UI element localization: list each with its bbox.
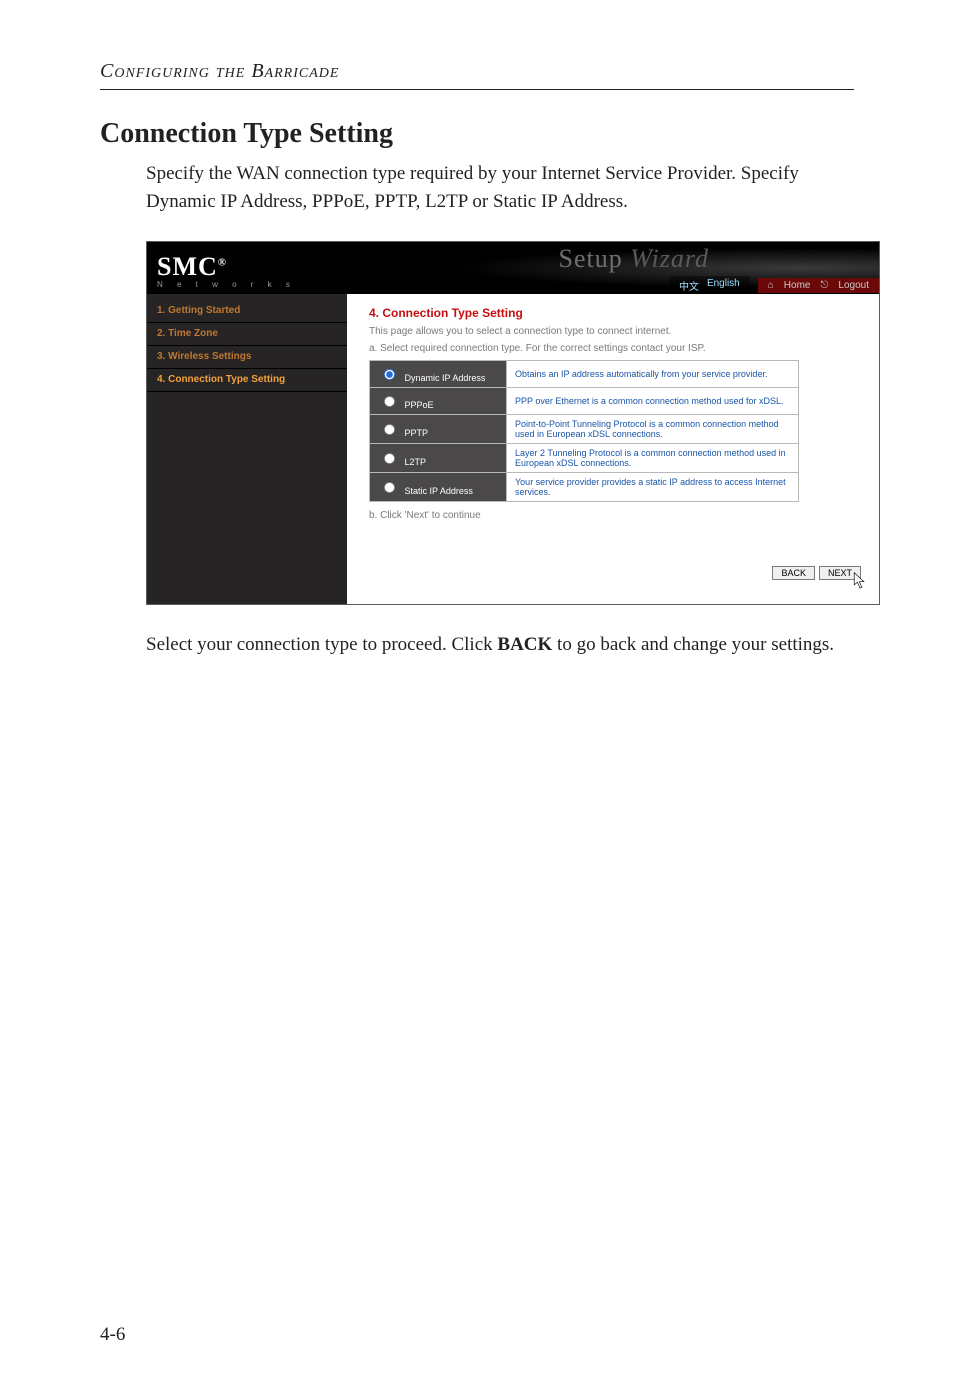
running-head: Configuring the Barricade (100, 60, 854, 83)
banner-word-wizard: Wizard (630, 244, 709, 273)
home-link[interactable]: Home (784, 280, 811, 291)
home-logout-box: ⌂ Home ⎋ Logout (758, 278, 879, 293)
closing-after-back: to go back and change your settings. (552, 634, 834, 655)
panel-intro: This page allows you to select a connect… (369, 326, 857, 337)
page-number: 4-6 (100, 1324, 125, 1346)
wizard-buttons: BACK NEXT (772, 566, 861, 580)
lang-chinese[interactable]: 中文 (679, 278, 699, 293)
home-icon: ⌂ (768, 280, 774, 291)
panel-step-b: b. Click 'Next' to continue (369, 510, 857, 521)
section-title: Connection Type Setting (100, 118, 854, 150)
table-row: PPPoE PPP over Ethernet is a common conn… (370, 388, 799, 415)
sidebar-item-connection-type[interactable]: 4. Connection Type Setting (147, 369, 347, 392)
panel-step-a: a. Select required connection type. For … (369, 343, 857, 354)
screenshot-inner: SMC® N e t w o r k s Setup Wizard 中文 Eng… (147, 242, 879, 604)
banner-wordmark: Setup Wizard (559, 244, 709, 274)
brand-subtext: N e t w o r k s (157, 280, 357, 289)
radio-pppoe[interactable] (384, 396, 395, 407)
back-button[interactable]: BACK (772, 566, 815, 580)
option-dynamic-ip[interactable]: Dynamic IP Address (370, 361, 507, 388)
option-desc: Layer 2 Tunneling Protocol is a common c… (507, 444, 799, 473)
brand-registered: ® (218, 256, 227, 268)
sidebar-item-time-zone[interactable]: 2. Time Zone (147, 323, 347, 346)
option-static-ip[interactable]: Static IP Address (370, 473, 507, 502)
panel-heading: 4. Connection Type Setting (369, 306, 857, 320)
head-rule (100, 89, 854, 90)
radio-l2tp[interactable] (384, 453, 395, 464)
option-desc: Obtains an IP address automatically from… (507, 361, 799, 388)
lang-home-bar: 中文 English ⌂ Home ⎋ Logout (669, 276, 879, 294)
option-pptp[interactable]: PPTP (370, 415, 507, 444)
option-pppoe[interactable]: PPPoE (370, 388, 507, 415)
option-label: Static IP Address (405, 486, 473, 496)
screenshot-body: 1. Getting Started 2. Time Zone 3. Wirel… (147, 294, 879, 604)
sidebar-nav: 1. Getting Started 2. Time Zone 3. Wirel… (147, 294, 347, 604)
radio-pptp[interactable] (384, 424, 395, 435)
option-label: Dynamic IP Address (405, 373, 486, 383)
table-row: Dynamic IP Address Obtains an IP address… (370, 361, 799, 388)
option-l2tp[interactable]: L2TP (370, 444, 507, 473)
lang-english[interactable]: English (707, 278, 740, 293)
brand-logo: SMC® N e t w o r k s (147, 248, 357, 289)
logout-link[interactable]: Logout (838, 280, 869, 291)
sidebar-item-wireless[interactable]: 3. Wireless Settings (147, 346, 347, 369)
connection-type-table: Dynamic IP Address Obtains an IP address… (369, 360, 799, 502)
table-row: L2TP Layer 2 Tunneling Protocol is a com… (370, 444, 799, 473)
option-desc: Your service provider provides a static … (507, 473, 799, 502)
option-label: L2TP (405, 457, 427, 467)
language-switch: 中文 English (669, 276, 750, 295)
cursor-icon (853, 572, 867, 590)
setup-wizard-screenshot: SMC® N e t w o r k s Setup Wizard 中文 Eng… (146, 241, 880, 605)
option-label: PPTP (405, 428, 429, 438)
screenshot-header: SMC® N e t w o r k s Setup Wizard 中文 Eng… (147, 242, 879, 294)
closing-paragraph: Select your connection type to proceed. … (146, 631, 854, 659)
closing-before-back: Select your connection type to proceed. … (146, 634, 497, 655)
logout-icon: ⎋ (820, 280, 828, 291)
option-label: PPPoE (405, 400, 434, 410)
banner-word-setup: Setup (559, 244, 623, 273)
closing-back-word: BACK (497, 634, 552, 655)
table-row: PPTP Point-to-Point Tunneling Protocol i… (370, 415, 799, 444)
main-panel: 4. Connection Type Setting This page all… (347, 294, 879, 604)
radio-static-ip[interactable] (384, 482, 395, 493)
option-desc: PPP over Ethernet is a common connection… (507, 388, 799, 415)
brand-name: SMC (157, 252, 218, 281)
header-banner: Setup Wizard 中文 English ⌂ Home ⎋ Logout (357, 242, 879, 294)
intro-paragraph: Specify the WAN connection type required… (146, 160, 854, 215)
table-row: Static IP Address Your service provider … (370, 473, 799, 502)
radio-dynamic-ip[interactable] (384, 369, 395, 380)
sidebar-item-getting-started[interactable]: 1. Getting Started (147, 300, 347, 323)
option-desc: Point-to-Point Tunneling Protocol is a c… (507, 415, 799, 444)
running-head-text: Configuring the Barricade (100, 60, 339, 82)
